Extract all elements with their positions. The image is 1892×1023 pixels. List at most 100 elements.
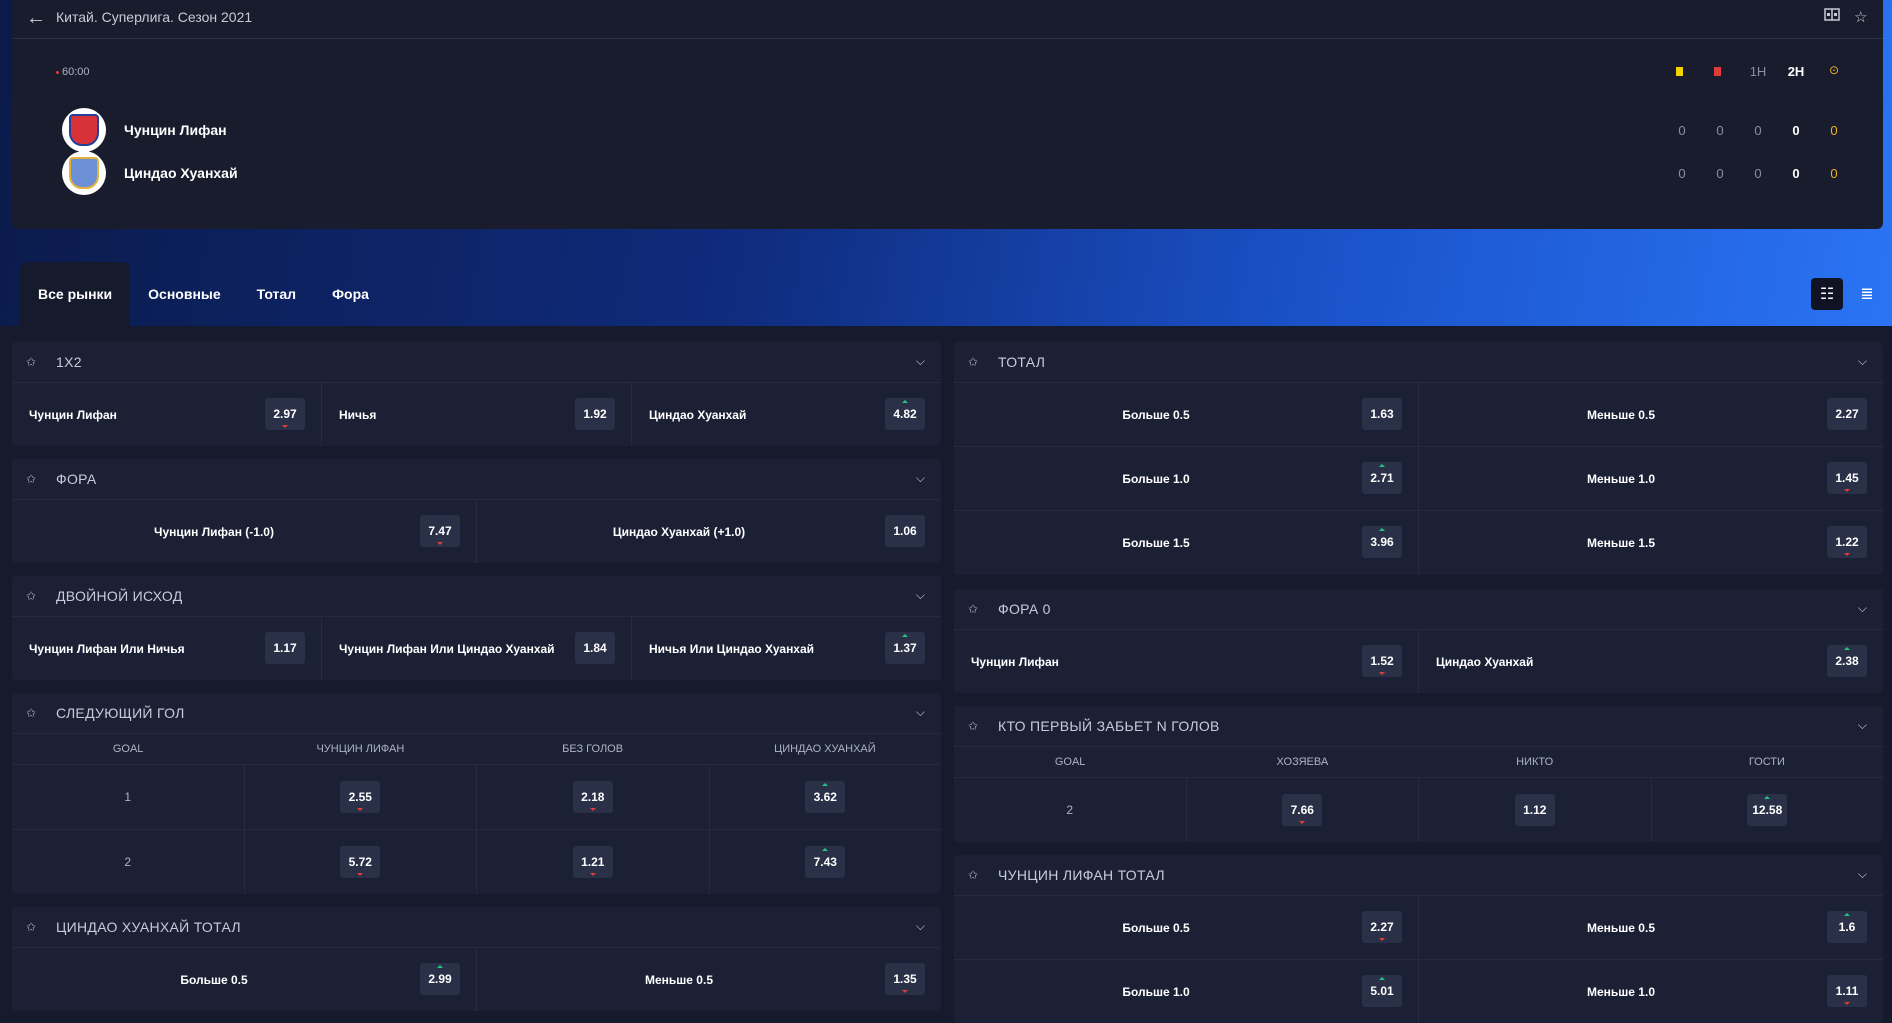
odd-button[interactable]: 1.22: [1827, 526, 1867, 558]
odd-button[interactable]: 1.84: [575, 632, 615, 664]
outcome-cell[interactable]: Больше 0.5 1.63: [954, 383, 1418, 446]
chevron-down-icon[interactable]: ⌵: [916, 471, 925, 486]
outcome-cell[interactable]: Меньше 1.0 1.45: [1418, 447, 1883, 510]
odd-button[interactable]: 2.27: [1827, 398, 1867, 430]
market-header[interactable]: ✩ 1X2 ⌵: [12, 342, 941, 383]
outcome-cell[interactable]: Больше 1.0 5.01: [954, 960, 1418, 1023]
market-header[interactable]: ✩ ФОРА 0 ⌵: [954, 589, 1883, 630]
odd-button[interactable]: 1.11: [1827, 975, 1867, 1007]
scoreboard-icon[interactable]: [1824, 8, 1840, 24]
star-icon[interactable]: ✩: [968, 868, 986, 882]
tab-main[interactable]: Основные: [130, 262, 239, 326]
outcome-cell[interactable]: Чунцин Лифан (-1.0) 7.47: [12, 500, 476, 563]
outcome-cell[interactable]: Меньше 1.5 1.22: [1418, 511, 1883, 574]
outcome-cell[interactable]: 1.12: [1418, 778, 1651, 842]
outcome-cell[interactable]: Меньше 1.0 1.11: [1418, 960, 1883, 1023]
odd-button[interactable]: 1.21: [572, 846, 613, 878]
market-header[interactable]: ✩ ЦИНДАО ХУАНХАЙ ТОТАЛ ⌵: [12, 907, 941, 948]
odd-button[interactable]: 2.27: [1362, 911, 1402, 943]
odd-button[interactable]: 1.17: [265, 632, 305, 664]
chevron-down-icon[interactable]: ⌵: [916, 919, 925, 934]
odd-button[interactable]: 7.47: [420, 515, 460, 547]
two-column-view-icon[interactable]: ☷: [1811, 278, 1843, 310]
star-icon[interactable]: ✩: [968, 602, 986, 616]
outcome-cell[interactable]: Больше 1.0 2.71: [954, 447, 1418, 510]
favorite-star-icon[interactable]: ☆: [1854, 8, 1867, 26]
odd-button[interactable]: 5.01: [1362, 975, 1402, 1007]
odd-button[interactable]: 2.38: [1827, 645, 1867, 677]
odd-button[interactable]: 3.62: [805, 781, 846, 813]
odd-button[interactable]: 1.52: [1362, 645, 1402, 677]
odd-button[interactable]: 1.35: [885, 963, 925, 995]
one-column-view-icon[interactable]: ≣: [1851, 278, 1883, 310]
odd-button[interactable]: 2.55: [340, 781, 381, 813]
outcome-cell[interactable]: 5.72: [243, 830, 477, 894]
odd-button[interactable]: 12.58: [1747, 794, 1788, 826]
match-topbar: ← Китай. Суперлига. Сезон 2021 ☆: [12, 0, 1883, 39]
outcome-cell[interactable]: 12.58: [1650, 778, 1884, 842]
star-icon[interactable]: ✩: [26, 355, 44, 369]
outcome-cell[interactable]: Циндао Хуанхай (+1.0) 1.06: [476, 500, 941, 563]
chevron-down-icon[interactable]: ⌵: [1858, 718, 1867, 733]
outcome-cell[interactable]: Ничья Или Циндао Хуанхай 1.37: [631, 617, 941, 680]
odd-button[interactable]: 2.97: [265, 398, 305, 430]
outcome-cell[interactable]: Больше 1.5 3.96: [954, 511, 1418, 574]
outcome-cell[interactable]: 3.62: [708, 765, 942, 829]
odd-button[interactable]: 3.96: [1362, 526, 1402, 558]
outcome-cell[interactable]: 7.43: [708, 830, 942, 894]
chevron-down-icon[interactable]: ⌵: [916, 705, 925, 720]
market-header[interactable]: ✩ КТО ПЕРВЫЙ ЗАБЬЕТ N ГОЛОВ ⌵: [954, 706, 1883, 747]
outcome-cell[interactable]: Меньше 0.5 2.27: [1418, 383, 1883, 446]
odd-button[interactable]: 1.6: [1827, 911, 1867, 943]
tab-total[interactable]: Тотал: [239, 262, 314, 326]
chevron-down-icon[interactable]: ⌵: [1858, 354, 1867, 369]
outcome-cell[interactable]: 2.55: [243, 765, 477, 829]
star-icon[interactable]: ✩: [968, 355, 986, 369]
odd-button[interactable]: 2.18: [572, 781, 613, 813]
odd-button[interactable]: 7.43: [805, 846, 846, 878]
odd-button[interactable]: 1.12: [1514, 794, 1555, 826]
odd-button[interactable]: 1.45: [1827, 462, 1867, 494]
chevron-down-icon[interactable]: ⌵: [1858, 867, 1867, 882]
tab-handicap[interactable]: Фора: [314, 262, 387, 326]
odd-button[interactable]: 1.92: [575, 398, 615, 430]
odd-button[interactable]: 5.72: [340, 846, 381, 878]
market-header[interactable]: ✩ ТОТАЛ ⌵: [954, 342, 1883, 383]
star-icon[interactable]: ✩: [26, 920, 44, 934]
market-header[interactable]: ✩ ФОРА ⌵: [12, 459, 941, 500]
odd-button[interactable]: 1.37: [885, 632, 925, 664]
outcome-cell[interactable]: Ничья 1.92: [321, 383, 631, 446]
odd-button[interactable]: 2.99: [420, 963, 460, 995]
chevron-down-icon[interactable]: ⌵: [916, 588, 925, 603]
outcome-cell[interactable]: Меньше 0.5 1.35: [476, 948, 941, 1011]
chevron-down-icon[interactable]: ⌵: [916, 354, 925, 369]
market-header[interactable]: ✩ ДВОЙНОЙ ИСХОД ⌵: [12, 576, 941, 617]
odd-button[interactable]: 1.63: [1362, 398, 1402, 430]
outcome-cell[interactable]: Чунцин Лифан Или Ничья 1.17: [12, 617, 321, 680]
star-icon[interactable]: ✩: [26, 472, 44, 486]
outcome-cell[interactable]: Больше 0.5 2.99: [12, 948, 476, 1011]
outcome-cell[interactable]: 7.66: [1185, 778, 1419, 842]
back-arrow-icon[interactable]: ←: [26, 8, 48, 28]
star-icon[interactable]: ✩: [968, 719, 986, 733]
tab-all-markets[interactable]: Все рынки: [20, 262, 131, 326]
market-header[interactable]: ✩ ЧУНЦИН ЛИФАН ТОТАЛ ⌵: [954, 855, 1883, 896]
odd-button[interactable]: 7.66: [1282, 794, 1323, 826]
market-header[interactable]: ✩ СЛЕДУЮЩИЙ ГОЛ ⌵: [12, 693, 941, 734]
outcome-cell[interactable]: Больше 0.5 2.27: [954, 896, 1418, 959]
odd-button[interactable]: 2.71: [1362, 462, 1402, 494]
outcome-cell[interactable]: Циндао Хуанхай 2.38: [1418, 630, 1883, 693]
odd-button[interactable]: 4.82: [885, 398, 925, 430]
outcome-cell[interactable]: 2.18: [476, 765, 709, 829]
outcome-cell[interactable]: 1.21: [476, 830, 709, 894]
star-icon[interactable]: ✩: [26, 706, 44, 720]
odd-button[interactable]: 1.06: [885, 515, 925, 547]
outcome-cell[interactable]: Меньше 0.5 1.6: [1418, 896, 1883, 959]
outcome-cell[interactable]: Чунцин Лифан 2.97: [12, 383, 321, 446]
outcome-cell[interactable]: Чунцин Лифан Или Циндао Хуанхай 1.84: [321, 617, 631, 680]
market-row: Чунцин Лифан Или Ничья 1.17 Чунцин Лифан …: [12, 617, 941, 680]
outcome-cell[interactable]: Циндао Хуанхай 4.82: [631, 383, 941, 446]
chevron-down-icon[interactable]: ⌵: [1858, 601, 1867, 616]
outcome-cell[interactable]: Чунцин Лифан 1.52: [954, 630, 1418, 693]
star-icon[interactable]: ✩: [26, 589, 44, 603]
